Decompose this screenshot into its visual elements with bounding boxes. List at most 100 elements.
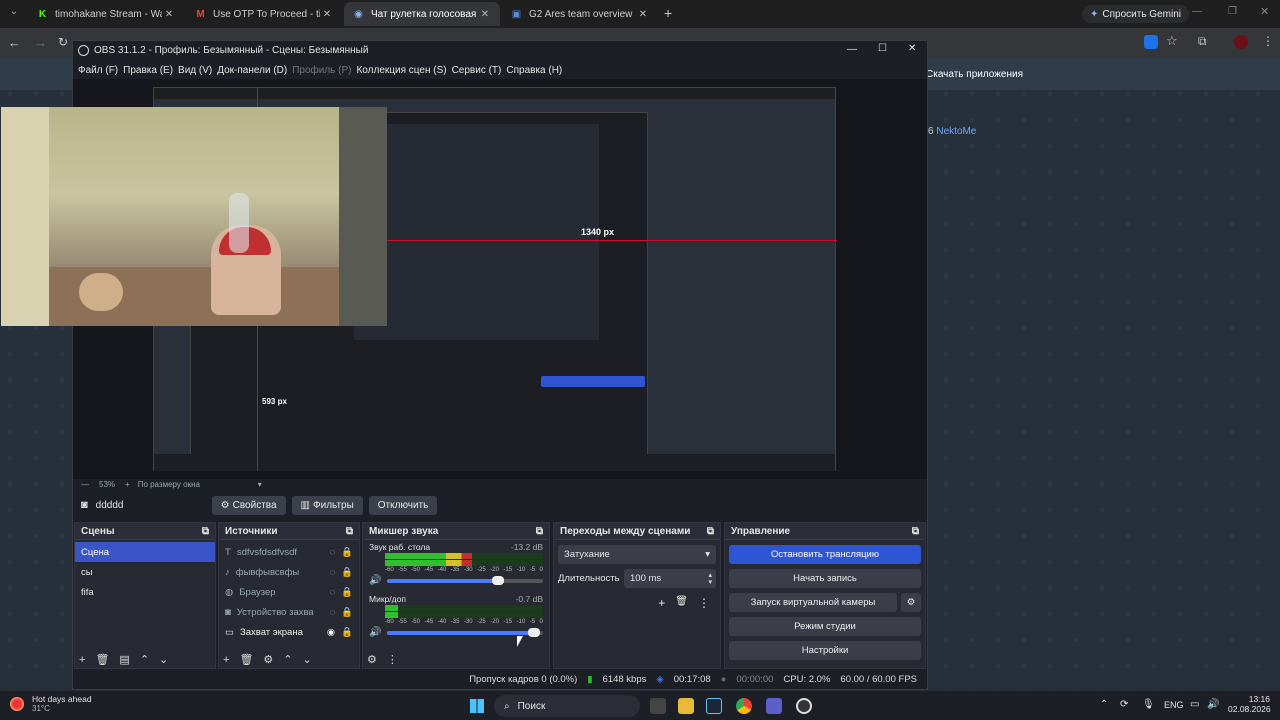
extensions-puzzle-icon[interactable]: ⧉	[1198, 34, 1207, 49]
scene-item[interactable]: сы	[75, 562, 215, 582]
steam-icon[interactable]	[706, 698, 722, 714]
chevron-down-icon[interactable]: ▾	[258, 480, 262, 489]
scene-item[interactable]: Сцена	[75, 542, 215, 562]
dock-undock-icon[interactable]: ⧉	[346, 526, 353, 537]
volume-icon[interactable]: 🔊	[1207, 699, 1219, 710]
settings-button[interactable]: Настройки	[729, 641, 921, 660]
obs-taskbar-icon[interactable]	[796, 698, 812, 714]
virtual-camera-settings-button[interactable]: ⚙	[901, 593, 921, 612]
reload-icon[interactable]: ↻	[58, 35, 68, 49]
menu-file[interactable]: Файл (F)	[78, 63, 118, 78]
browser-tab-3[interactable]: ◉ Чат рулетка голосовая — ✕	[344, 2, 500, 26]
task-view-icon[interactable]	[650, 698, 666, 714]
move-down-icon[interactable]: ⌄	[303, 653, 312, 666]
close-icon[interactable]: ✕	[162, 9, 176, 20]
eye-icon[interactable]: ◉	[327, 627, 335, 638]
menu-tools[interactable]: Сервис (T)	[452, 63, 502, 78]
menu-scene-collection[interactable]: Коллекция сцен (S)	[356, 63, 446, 78]
filters-button[interactable]: ▥ Фильтры	[291, 495, 363, 515]
source-item[interactable]: ◙ Устройство захва ◌ 🔒	[219, 602, 359, 622]
volume-slider[interactable]	[387, 627, 543, 637]
volume-speaker-icon[interactable]: 🔊	[369, 627, 381, 638]
stop-streaming-button[interactable]: Остановить трансляцию	[729, 545, 921, 564]
close-window-icon[interactable]: ✕	[1260, 5, 1269, 18]
lock-icon[interactable]: 🔒	[341, 567, 353, 578]
menu-help[interactable]: Справка (H)	[506, 63, 562, 78]
network-icon[interactable]: ▭	[1190, 699, 1199, 710]
new-tab-icon[interactable]: +	[664, 5, 672, 21]
lock-icon[interactable]: 🔒	[341, 587, 353, 598]
chrome-icon[interactable]	[736, 698, 752, 714]
studio-mode-button[interactable]: Режим студии	[729, 617, 921, 636]
zoom-mode-select[interactable]: По размеру окна	[138, 480, 258, 489]
language-indicator[interactable]: ENG	[1164, 700, 1184, 710]
weather-widget[interactable]: Hot days ahead 31°C	[10, 694, 92, 713]
bookmark-icon[interactable]: ☆	[1166, 33, 1178, 49]
back-icon[interactable]: ←	[8, 35, 21, 50]
volume-speaker-icon[interactable]: 🔊	[369, 575, 381, 586]
lock-icon[interactable]: 🔒	[341, 607, 353, 618]
menu-icon[interactable]: ⋮	[1262, 34, 1274, 48]
browser-tab-1[interactable]: K timohakane Stream - Watch Li ✕	[28, 2, 184, 26]
browser-tab-2[interactable]: M Use OTP To Proceed - timohais ✕	[186, 2, 342, 26]
trash-icon[interactable]: 🗑	[239, 653, 253, 666]
obs-minimize-icon[interactable]: —	[847, 44, 857, 55]
filter-icon[interactable]: ▤	[119, 653, 129, 666]
tray-app-icon[interactable]: ⟳	[1120, 699, 1128, 710]
source-item[interactable]: Tsdfvsfdsdfvsdf ◌ 🔒	[219, 542, 359, 562]
disable-button[interactable]: Отключить	[368, 495, 438, 515]
download-apps-link[interactable]: Скачать приложения	[926, 69, 1023, 80]
close-icon[interactable]: ✕	[320, 9, 334, 20]
start-recording-button[interactable]: Начать запись	[729, 569, 921, 588]
background-user-link[interactable]: NektoMe	[936, 126, 976, 137]
browser-tab-4[interactable]: ▣ G2 Ares team overview | HLTV.o ✕	[502, 2, 658, 26]
gear-icon[interactable]: ⚙	[263, 653, 273, 666]
spin-arrows-icon[interactable]: ▴ ▾	[708, 572, 712, 586]
menu-docks[interactable]: Док-панели (D)	[217, 63, 287, 78]
obs-preview-canvas[interactable]: 1340 px 593 px	[1, 79, 927, 479]
clock[interactable]: 13:16 02.08.2026	[1228, 694, 1271, 714]
forward-icon[interactable]: →	[34, 35, 47, 50]
tab-search-button[interactable]: ⌄	[6, 6, 22, 22]
transition-select[interactable]: Затухание ▾	[558, 545, 716, 564]
profile-avatar[interactable]	[1234, 35, 1248, 49]
lock-icon[interactable]: 🔒	[341, 627, 353, 638]
close-icon[interactable]: ✕	[478, 9, 492, 20]
extension-icon[interactable]	[1144, 35, 1158, 49]
volume-slider-handle[interactable]	[527, 627, 540, 637]
zoom-out-icon[interactable]: —	[81, 480, 89, 489]
move-up-icon[interactable]: ⌃	[283, 653, 292, 666]
gemini-button[interactable]: ✦ Спросить Gemini	[1082, 5, 1189, 23]
obs-maximize-icon[interactable]: ☐	[878, 43, 887, 54]
add-icon[interactable]: +	[223, 654, 229, 666]
obs-close-icon[interactable]: ✕	[908, 43, 916, 54]
dock-undock-icon[interactable]: ⧉	[202, 526, 209, 537]
add-icon[interactable]: +	[658, 596, 665, 610]
dock-undock-icon[interactable]: ⧉	[536, 526, 543, 537]
tray-chevron-icon[interactable]: ⌃	[1100, 699, 1108, 710]
trash-icon[interactable]: 🗑	[95, 653, 109, 666]
mixer-settings-icon[interactable]: ⚙	[367, 653, 377, 666]
source-item[interactable]: ◍ Браузер ◌ 🔒	[219, 582, 359, 602]
zoom-in-icon[interactable]: +	[125, 480, 130, 489]
eye-hidden-icon[interactable]: ◌	[330, 547, 336, 558]
eye-hidden-icon[interactable]: ◌	[330, 567, 336, 578]
teams-icon[interactable]	[766, 698, 782, 714]
menu-view[interactable]: Вид (V)	[178, 63, 212, 78]
menu-profile[interactable]: Профиль (P)	[292, 63, 351, 78]
close-icon[interactable]: ✕	[636, 9, 650, 20]
volume-slider[interactable]	[387, 575, 543, 585]
properties-button[interactable]: ⚙ Свойства	[211, 495, 286, 515]
move-down-icon[interactable]: ⌄	[159, 653, 168, 666]
add-icon[interactable]: +	[79, 654, 85, 666]
move-up-icon[interactable]: ⌃	[140, 653, 149, 666]
virtual-camera-button[interactable]: Запуск виртуальной камеры	[729, 593, 897, 612]
volume-slider-handle[interactable]	[492, 575, 505, 585]
tray-mic-icon[interactable]: 🎙	[1142, 699, 1155, 710]
dock-undock-icon[interactable]: ⧉	[912, 526, 919, 537]
transition-menu-icon[interactable]: ⋮	[698, 596, 710, 610]
taskbar-search[interactable]: ⌕ Поиск	[494, 695, 640, 717]
duration-spinbox[interactable]: 100 ms ▴ ▾	[624, 569, 716, 588]
webcam-overlay[interactable]	[1, 107, 387, 326]
source-item[interactable]: ♪ фывфывсвфы ◌ 🔒	[219, 562, 359, 582]
